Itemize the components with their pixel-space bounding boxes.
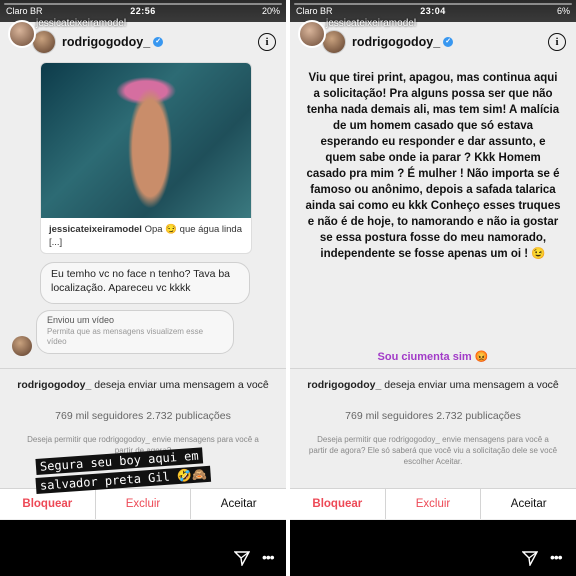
message-request-card: rodrigogodoy_ ✓ i Viu que tirei print, a…: [290, 0, 576, 520]
more-icon[interactable]: •••: [262, 550, 275, 564]
send-icon[interactable]: [522, 550, 538, 566]
header-username[interactable]: rodrigogodoy_ ✓: [352, 35, 548, 49]
request-message: deseja enviar uma mensagem a você: [94, 379, 269, 391]
story-progress-bar: [294, 3, 572, 5]
verified-badge-icon: ✓: [443, 37, 454, 47]
post-caption: jessicateixeiramodel Opa 😏 que água lind…: [49, 223, 243, 249]
verified-badge-icon: ✓: [153, 37, 164, 47]
request-text: rodrigogodoy_ deseja enviar uma mensagem…: [300, 378, 566, 392]
request-message: deseja enviar uma mensagem a você: [384, 379, 559, 391]
profile-stats: 769 mil seguidores 2.732 publicações: [345, 410, 521, 422]
story-avatar[interactable]: [298, 20, 326, 48]
username-label: rodrigogodoy_: [62, 35, 151, 49]
carrier-label: Claro BR: [6, 6, 43, 16]
story-progress-bar: [4, 3, 282, 5]
header-username[interactable]: rodrigogodoy_ ✓: [62, 35, 258, 49]
story-panel-left: rodrigogodoy_ ✓ i jessicateixeiramodel O…: [0, 0, 286, 576]
shared-post[interactable]: jessicateixeiramodel Opa 😏 que água lind…: [40, 62, 252, 254]
clock: 23:04: [420, 6, 446, 16]
request-text: rodrigogodoy_ deseja enviar uma mensagem…: [10, 378, 276, 392]
request-username: rodrigogodoy_: [307, 379, 382, 391]
permit-text: Deseja permitir que rodrigogodoy_ envie …: [308, 435, 558, 466]
story-panel-right: rodrigogodoy_ ✓ i Viu que tirei print, a…: [290, 0, 576, 576]
message-bubble: Eu temho vc no face n tenho? Tava ba loc…: [40, 262, 250, 304]
message-request-card: rodrigogodoy_ ✓ i jessicateixeiramodel O…: [0, 0, 286, 520]
delete-button[interactable]: Excluir: [386, 489, 482, 519]
send-icon[interactable]: [234, 550, 250, 566]
video-subtitle: Permita que as mensagens visualizem esse…: [47, 327, 204, 346]
story-caption: Sou ciumenta sim 😡: [377, 351, 489, 363]
story-username[interactable]: jessicateixeiramodel: [36, 18, 126, 29]
request-username: rodrigogodoy_: [17, 379, 92, 391]
story-username[interactable]: jessicateixeiramodel: [326, 18, 416, 29]
username-label: rodrigogodoy_: [352, 35, 441, 49]
story-text-overlay: Segura seu boy aqui em salvador preta Gi…: [35, 447, 266, 496]
clock: 22:56: [130, 6, 156, 16]
accept-button[interactable]: Aceitar: [481, 489, 576, 519]
block-button[interactable]: Bloquear: [290, 489, 386, 519]
info-icon[interactable]: i: [548, 33, 566, 51]
video-title: Enviou um vídeo: [47, 315, 115, 325]
profile-stats: 769 mil seguidores 2.732 publicações: [55, 410, 231, 422]
battery-level: 6%: [556, 6, 570, 16]
divider: [290, 368, 576, 369]
sender-avatar: [12, 336, 32, 356]
story-avatar[interactable]: [8, 20, 36, 48]
carrier-label: Claro BR: [296, 6, 333, 16]
info-icon[interactable]: i: [258, 33, 276, 51]
action-bar: Bloquear Excluir Aceitar: [290, 488, 576, 519]
post-image: [41, 63, 251, 218]
story-footer: [290, 520, 576, 576]
battery-level: 20%: [261, 6, 280, 16]
story-message-text: Viu que tirei print, apagou, mas continu…: [305, 72, 561, 260]
divider: [0, 368, 286, 369]
caption-user: jessicateixeiramodel: [49, 224, 142, 235]
more-icon[interactable]: •••: [550, 550, 563, 564]
video-message[interactable]: Enviou um vídeo Permita que as mensagens…: [36, 310, 234, 354]
story-footer: [0, 520, 286, 576]
